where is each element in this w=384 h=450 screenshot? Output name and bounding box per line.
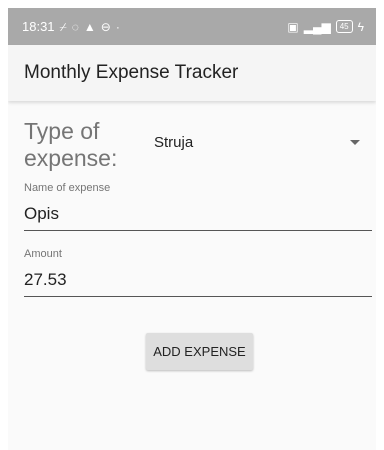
timer-icon: ⊖ (100, 19, 111, 34)
amount-label: Amount (24, 248, 62, 260)
app-title: Monthly Expense Tracker (24, 62, 239, 83)
battery-icon: 45 (335, 20, 353, 33)
status-right: ▣ ▂▄▆ 45 ϟ (287, 20, 364, 33)
name-of-expense-label: Name of expense (24, 182, 111, 194)
status-left: 18:31 ⌿ ◌ ▲ ⊖ · (22, 19, 120, 34)
name-of-expense-input[interactable]: Opis (24, 204, 372, 231)
expense-type-value: Struja (154, 133, 194, 151)
app-bar: Monthly Expense Tracker (8, 45, 376, 101)
status-bar: 18:31 ⌿ ◌ ▲ ⊖ · ▣ ▂▄▆ 45 ϟ (8, 8, 376, 45)
add-expense-button[interactable]: ADD EXPENSE (146, 333, 253, 370)
dropdown-arrow-icon (350, 139, 360, 145)
expense-type-spinner[interactable]: Struja (154, 122, 366, 162)
wifi-off-icon: ⌿ (59, 19, 67, 34)
amount-input[interactable]: 27.53 (24, 270, 372, 297)
sim-icon: ▣ (287, 19, 299, 34)
amount-field: Amount 27.53 (24, 248, 372, 297)
alert-icon: ▲ (83, 19, 96, 34)
signal-5g-icon: ▂▄▆ (303, 19, 331, 34)
app-screen: 18:31 ⌿ ◌ ▲ ⊖ · ▣ ▂▄▆ 45 ϟ Monthly Expen… (8, 8, 376, 450)
whatsapp-icon: ◌ (71, 19, 79, 34)
charging-icon: ϟ (357, 19, 364, 34)
type-of-expense-label: Type of expense: (24, 118, 118, 171)
name-of-expense-field: Name of expense Opis (24, 182, 372, 231)
dot-icon: · (115, 19, 120, 34)
status-time: 18:31 (22, 19, 55, 34)
